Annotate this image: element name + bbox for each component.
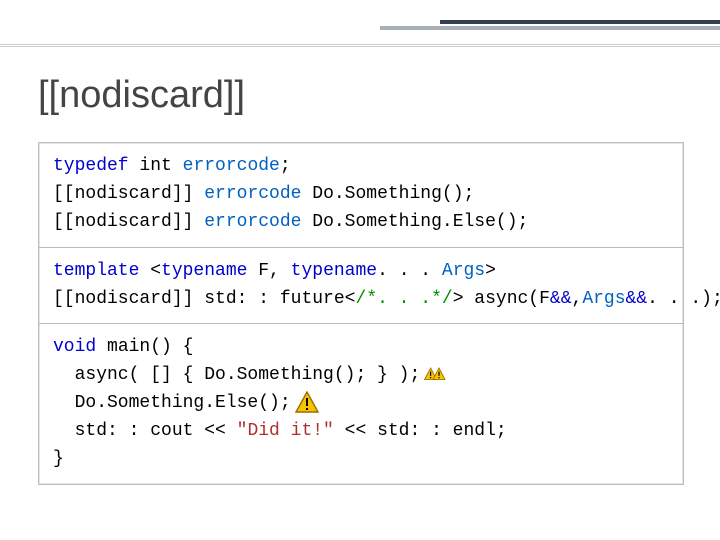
code-text: void main() { async( [] { Do.Something()… — [53, 334, 669, 473]
decor-stripe-dark — [440, 20, 720, 24]
warning-icon — [424, 363, 464, 385]
slide-title: [[nodiscard]] — [38, 74, 245, 117]
code-block-1: typedef int errorcode; [[nodiscard]] err… — [39, 143, 683, 248]
code-block-2: template <typename F, typename. . . Args… — [39, 248, 683, 325]
code-text: typedef int errorcode; [[nodiscard]] err… — [53, 153, 669, 237]
code-text: template <typename F, typename. . . Args… — [53, 258, 669, 314]
warning-icon — [295, 391, 319, 413]
code-panel: typedef int errorcode; [[nodiscard]] err… — [38, 142, 684, 485]
decor-stripe-gray — [380, 26, 720, 30]
horizontal-rule — [0, 44, 720, 48]
slide: [[nodiscard]] typedef int errorcode; [[n… — [0, 0, 720, 540]
code-block-3: void main() { async( [] { Do.Something()… — [39, 324, 683, 483]
